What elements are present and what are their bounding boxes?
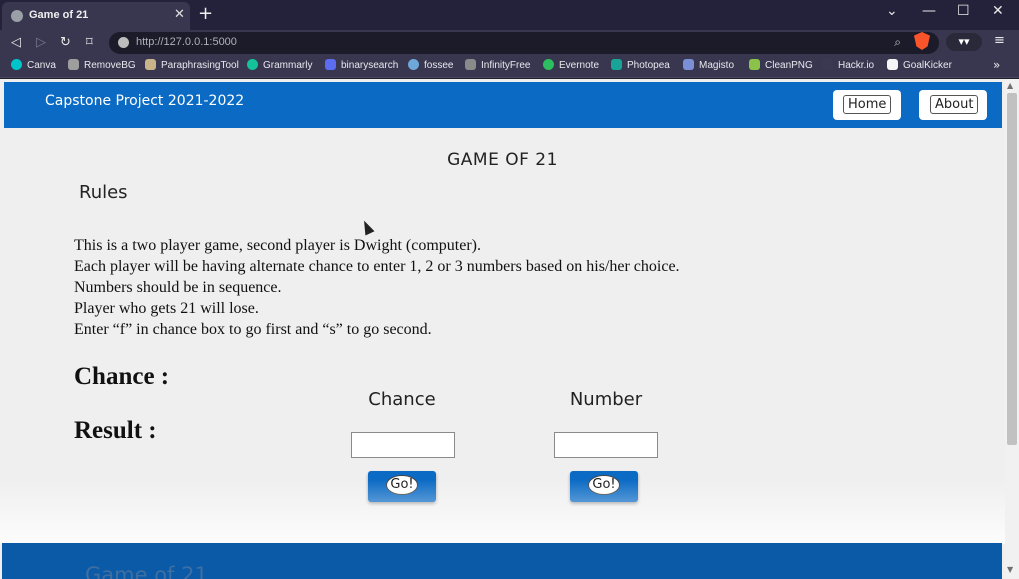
rules-list: This is a two player game, second player… [74,235,680,340]
bookmarks-bar: Canva RemoveBG ParaphrasingTool Grammarl… [0,56,1019,78]
bookmark-item[interactable]: Canva [11,59,56,75]
bookmark-label: Grammarly [263,60,313,71]
rule-line: Enter “f” in chance box to go first and … [74,321,432,338]
back-arrow-icon[interactable]: ◁ [11,35,21,50]
bookmark-item[interactable]: Photopea [611,59,670,75]
goalkicker-icon [887,59,898,70]
tab-search-icon[interactable]: ⌄ [886,3,898,19]
minimize-icon[interactable]: — [922,3,936,19]
binarysearch-icon [325,59,336,70]
brand-title[interactable]: Capstone Project 2021-2022 [45,93,244,109]
bookmark-item[interactable]: GoalKicker [887,59,952,75]
magisto-icon [683,59,694,70]
page-title: GAME OF 21 [447,150,558,170]
rule-line: Numbers should be in sequence. [74,279,282,296]
close-tab-icon[interactable]: ✕ [174,7,185,22]
site-footer: Game of 21 [2,543,1002,579]
evernote-icon [543,59,554,70]
new-tab-icon[interactable]: + [198,3,213,24]
home-button[interactable]: Home [833,90,901,120]
grammarly-icon [247,59,258,70]
bookmark-item[interactable]: RemoveBG [68,59,136,75]
bookmark-label: Hackr.io [838,60,875,71]
bookmark-label: binarysearch [341,60,399,71]
scroll-down-icon[interactable]: ▼ [1007,565,1013,574]
mouse-cursor-icon [359,218,375,236]
chance-input[interactable] [351,432,455,458]
number-column-label: Number [569,389,643,410]
home-button-label: Home [843,95,892,114]
zoom-icon[interactable]: ⌕ [894,35,901,50]
scroll-up-icon[interactable]: ▲ [1007,81,1013,90]
address-toolbar: ◁ ▷ ↻ ⌑ http://127.0.0.1:5000 ⌕ [0,30,1019,56]
cleanpng-icon [749,59,760,70]
url-text: http://127.0.0.1:5000 [136,36,237,48]
removebg-icon [68,59,79,70]
rule-line: Each player will be having alternate cha… [74,258,680,275]
about-button-label: About [930,95,979,114]
reload-icon[interactable]: ↻ [60,35,71,50]
infinityfree-icon [465,59,476,70]
bookmark-label: Canva [27,60,56,71]
hackrio-icon [822,59,833,70]
more-bookmarks-icon[interactable]: » [993,58,1000,72]
page-fade-overlay [0,479,1005,544]
bookmark-icon[interactable]: ⌑ [86,35,93,50]
close-window-icon[interactable]: ✕ [992,3,1004,19]
maximize-icon[interactable]: ☐ [957,3,970,19]
bookmark-label: fossee [424,60,454,71]
bookmark-label: ParaphrasingTool [161,60,239,71]
tab-title: Game of 21 [29,9,89,21]
rules-heading: Rules [79,182,128,203]
bookmark-label: Magisto [699,60,735,71]
site-header: Capstone Project 2021-2022 Home About [4,82,1002,128]
bookmark-item[interactable]: fossee [408,59,453,75]
photopea-icon [611,59,622,70]
bookmark-label: Evernote [559,60,600,71]
bookmark-item[interactable]: Hackr.io [822,59,874,75]
forward-arrow-icon[interactable]: ▷ [36,35,46,50]
chance-column-label: Chance [368,389,436,410]
footer-title: Game of 21 [85,563,208,579]
paraphrasing-icon [145,59,156,70]
extension-icon[interactable]: ▾▾ [946,33,982,51]
scroll-thumb[interactable] [1007,93,1017,445]
bookmark-item[interactable]: CleanPNG [749,59,813,75]
about-button[interactable]: About [919,90,987,120]
bookmark-label: CleanPNG [765,60,813,71]
bookmark-item[interactable]: Grammarly [247,59,312,75]
bookmark-label: Photopea [627,60,670,71]
rule-line: This is a two player game, second player… [74,237,481,254]
bookmark-label: InfinityFree [481,60,531,71]
page-viewport: Capstone Project 2021-2022 Home About GA… [0,79,1019,579]
bookmark-item[interactable]: Magisto [683,59,734,75]
bookmark-item[interactable]: binarysearch [325,59,398,75]
bookmark-item[interactable]: InfinityFree [465,59,530,75]
browser-tab[interactable]: Game of 21 ✕ [2,2,190,30]
number-input[interactable] [554,432,658,458]
url-bar[interactable]: http://127.0.0.1:5000 ⌕ [109,32,939,54]
rule-line: Player who gets 21 will lose. [74,300,259,317]
lock-icon [118,37,129,48]
fossee-icon [408,59,419,70]
bookmark-label: RemoveBG [84,60,136,71]
browser-tab-bar: Game of 21 ✕ + ⌄ — ☐ ✕ [0,0,1019,30]
bookmark-item[interactable]: Evernote [543,59,599,75]
bookmark-item[interactable]: ParaphrasingTool [145,59,239,75]
globe-icon [11,10,23,22]
page-scrollbar[interactable]: ▲ ▼ [1005,79,1019,579]
menu-icon[interactable]: ≡ [994,33,1005,48]
canva-icon [11,59,22,70]
result-label: Result : [74,417,157,444]
chance-label: Chance : [74,363,170,390]
bookmark-label: GoalKicker [903,60,952,71]
